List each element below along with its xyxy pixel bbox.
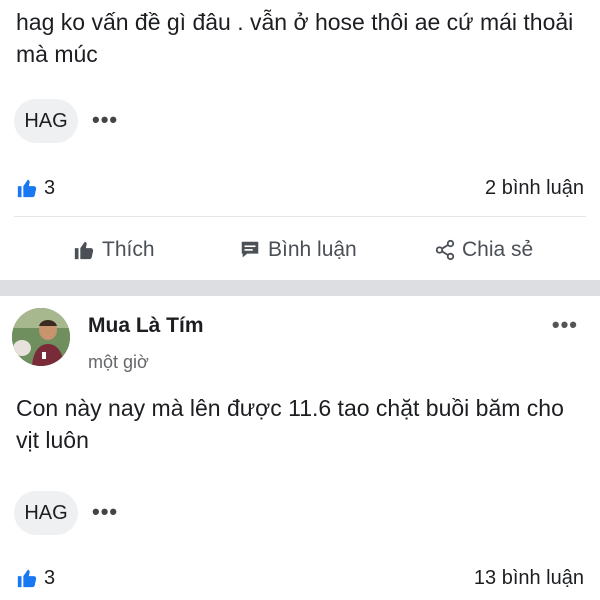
share-button-label: Chia sẻ — [462, 238, 534, 261]
avatar[interactable] — [12, 308, 70, 366]
post-1: hag ko vấn đề gì đâu . vẫn ở hose thôi a… — [0, 0, 600, 280]
post-1-likes-count: 3 — [44, 176, 56, 199]
like-button[interactable]: Thích — [72, 232, 155, 268]
like-reaction-icon — [16, 567, 38, 589]
post-1-divider — [14, 216, 586, 217]
share-icon — [434, 239, 456, 261]
thumbs-up-icon — [72, 239, 96, 261]
comment-icon — [238, 239, 262, 261]
post-2: Mua Là Tím một giờ ••• Con này nay mà lê… — [0, 296, 600, 600]
post-2-likes[interactable]: 3 — [16, 566, 55, 590]
post-2-likes-count: 3 — [44, 566, 56, 589]
post-1-tag-more-icon[interactable]: ••• — [92, 109, 118, 131]
like-button-label: Thích — [102, 238, 155, 261]
comment-button-label: Bình luận — [268, 238, 357, 261]
like-reaction-icon — [16, 177, 38, 199]
post-2-comments-count[interactable]: 13 bình luận — [474, 566, 584, 590]
post-1-action-bar: Thích Bình luận Chia sẻ — [0, 232, 600, 268]
post-1-body: hag ko vấn đề gì đâu . vẫn ở hose thôi a… — [16, 9, 574, 67]
share-button[interactable]: Chia sẻ — [434, 232, 533, 268]
post-2-time[interactable]: một giờ — [88, 352, 149, 373]
post-1-likes[interactable]: 3 — [16, 176, 55, 200]
comment-button[interactable]: Bình luận — [238, 232, 357, 268]
post-2-tag-more-icon[interactable]: ••• — [92, 501, 118, 523]
post-2-body: Con này nay mà lên được 11.6 tao chặt bu… — [16, 395, 564, 453]
post-2-author[interactable]: Mua Là Tím — [88, 314, 204, 338]
post-separator — [0, 280, 600, 296]
post-2-tag-chip[interactable]: HAG — [14, 491, 78, 535]
post-1-tag-chip[interactable]: HAG — [14, 99, 78, 143]
post-2-more-icon[interactable]: ••• — [552, 312, 578, 338]
post-1-comments-count[interactable]: 2 bình luận — [485, 176, 584, 200]
